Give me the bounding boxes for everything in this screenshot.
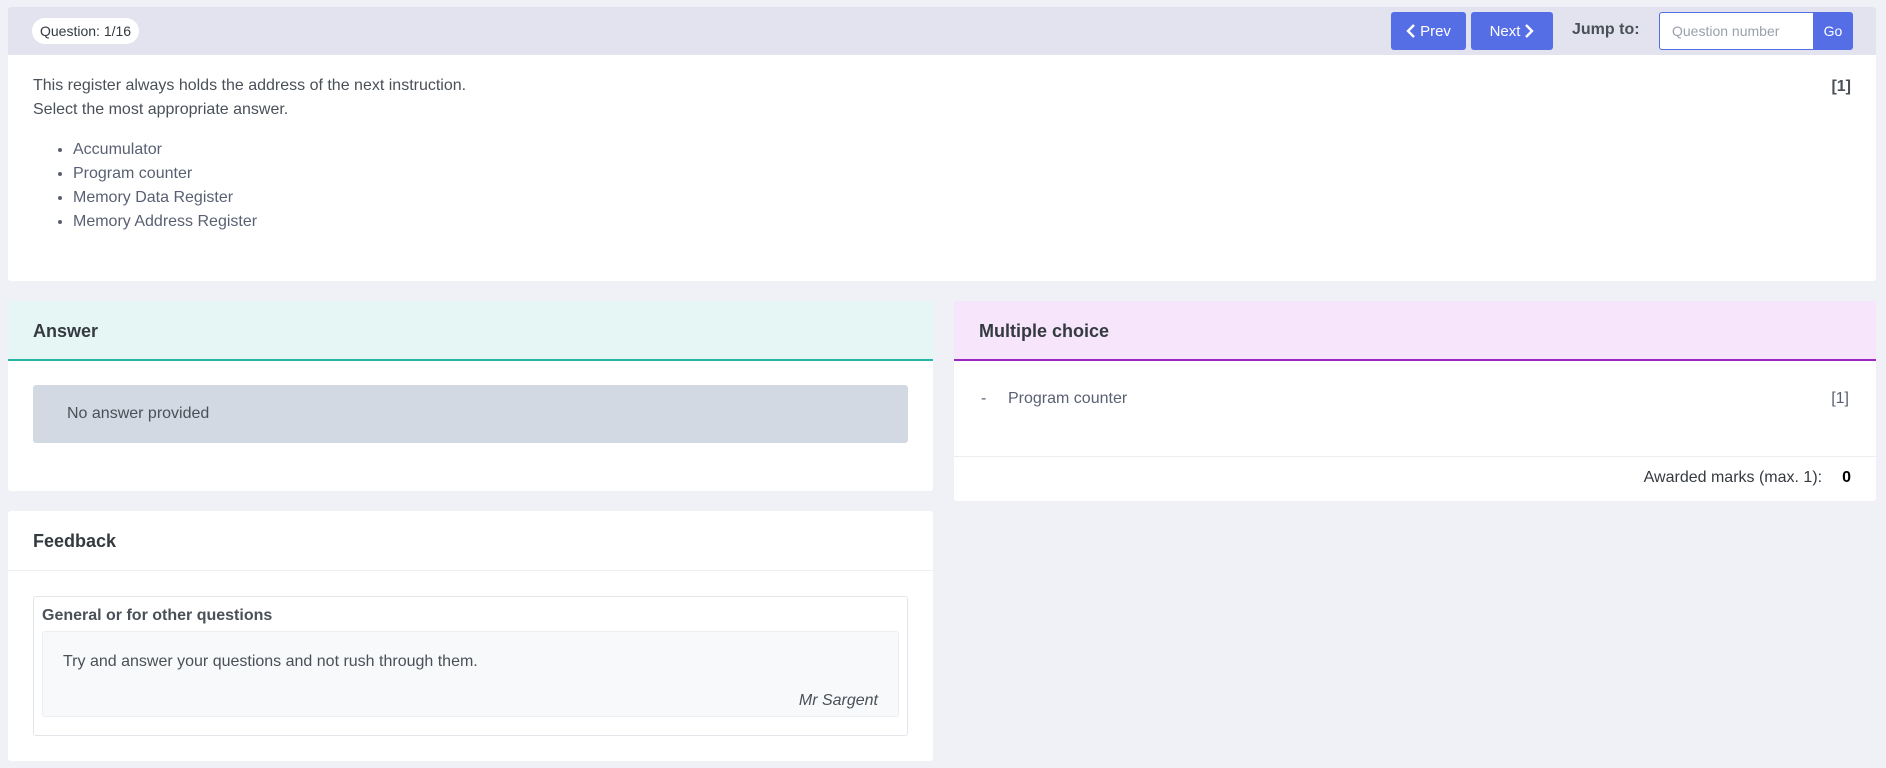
choice-text: Program counter — [1008, 390, 1128, 407]
option-item: Memory Address Register — [73, 210, 1851, 234]
option-item: Accumulator — [73, 138, 1851, 162]
answer-card: Answer No answer provided — [8, 301, 933, 491]
multiple-choice-card: Multiple choice - Program counter [1] Aw… — [954, 301, 1876, 501]
jump-to-label: Jump to: — [1572, 21, 1640, 38]
feedback-section: General or for other questions Try and a… — [33, 596, 908, 736]
option-item: Memory Data Register — [73, 186, 1851, 210]
question-options-list: Accumulator Program counter Memory Data … — [33, 138, 1851, 234]
answer-value: No answer provided — [33, 385, 908, 443]
go-button[interactable]: Go — [1813, 12, 1853, 50]
question-instruction: Select the most appropriate answer. — [33, 101, 289, 118]
choice-marks: [1] — [1831, 390, 1849, 407]
feedback-author: Mr Sargent — [798, 692, 878, 709]
next-button[interactable]: Next — [1471, 12, 1553, 50]
awarded-marks-value: 0 — [1842, 469, 1851, 486]
feedback-comment: Try and answer your questions and not ru… — [42, 631, 899, 717]
feedback-section-title: General or for other questions — [42, 607, 273, 624]
feedback-title: Feedback — [8, 511, 933, 571]
choice-row: - Program counter [1] — [954, 361, 1876, 457]
awarded-marks: Awarded marks (max. 1): 0 — [954, 457, 1876, 499]
question-header: Question: 1/16 Prev Next Jump to: Go — [8, 7, 1876, 55]
question-body: This register always holds the address o… — [8, 55, 1876, 253]
feedback-text: Try and answer your questions and not ru… — [63, 653, 478, 670]
question-marks: [1] — [1831, 78, 1851, 95]
chevron-left-icon — [1406, 24, 1415, 38]
question-number-input[interactable] — [1659, 12, 1813, 50]
question-text: This register always holds the address o… — [33, 77, 467, 94]
awarded-marks-label: Awarded marks (max. 1): — [1643, 469, 1823, 486]
question-counter-badge: Question: 1/16 — [32, 18, 140, 44]
feedback-card: Feedback General or for other questions … — [8, 511, 933, 761]
next-button-label: Next — [1489, 22, 1521, 40]
question-card: Question: 1/16 Prev Next Jump to: Go Thi… — [8, 7, 1876, 281]
option-item: Program counter — [73, 162, 1851, 186]
answer-title: Answer — [8, 301, 933, 361]
prev-button-label: Prev — [1420, 22, 1451, 40]
multiple-choice-title: Multiple choice — [954, 301, 1876, 361]
prev-button[interactable]: Prev — [1391, 12, 1466, 50]
choice-bullet: - — [981, 390, 987, 407]
chevron-right-icon — [1525, 24, 1535, 38]
